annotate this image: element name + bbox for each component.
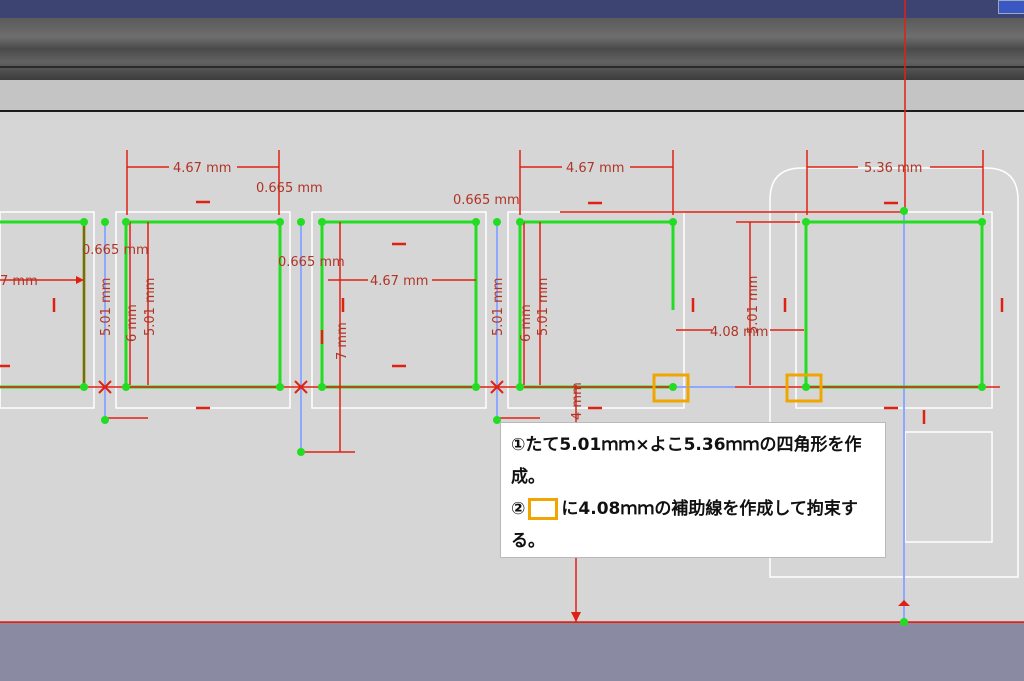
dimension-label[interactable]: 0.665 mm (82, 243, 149, 258)
dimension-label[interactable]: 6 mm (125, 304, 140, 342)
dimension-label[interactable]: 4.67 mm (370, 274, 428, 289)
note-step-2-marker: ② (511, 499, 526, 519)
dimension-label[interactable]: 4 mm (570, 382, 585, 420)
dimension-label[interactable]: 0.665 mm (278, 255, 345, 270)
dimension-label[interactable]: 0.665 mm (256, 181, 323, 196)
dimension-label[interactable]: 7 mm (335, 322, 350, 360)
dimension-label[interactable]: 5.01 mm (491, 278, 506, 336)
instruction-note: ①たて5.01ｍｍ×よこ5.36ｍｍの四角形を作成。 ② に4.08ｍｍの補助線を… (500, 422, 886, 558)
dimension-label[interactable]: 0.665 mm (453, 193, 520, 208)
dimension-label[interactable]: 5.36 mm (864, 161, 922, 176)
dimension-label[interactable]: 7 mm (0, 274, 38, 289)
note-line-2-text: に4.08ｍｍの補助線を作成して拘束する。 (511, 499, 858, 551)
construction-lines (104, 210, 905, 622)
highlight-legend-icon (528, 498, 559, 520)
dimension-label[interactable]: 5.01 mm (99, 278, 114, 336)
note-line-2: ② に4.08ｍｍの補助線を作成して拘束する。 (511, 493, 875, 557)
note-line-1: ①たて5.01ｍｍ×よこ5.36ｍｍの四角形を作成。 (511, 435, 862, 487)
dimension-label[interactable]: 5.01 mm (143, 278, 158, 336)
dimension-label[interactable]: 5.01 mm (536, 278, 551, 336)
dimension-label[interactable]: 6 mm (519, 304, 534, 342)
dimension-label[interactable]: 5.01 mm (746, 276, 761, 334)
sketch-points (80, 207, 986, 626)
dimension-label[interactable]: 4.67 mm (173, 161, 231, 176)
sketch-canvas[interactable]: 4.67 mm 0.665 mm 0.665 mm 4.67 mm 4.67 m… (0, 0, 1024, 680)
dimension-label[interactable]: 4.67 mm (566, 161, 624, 176)
